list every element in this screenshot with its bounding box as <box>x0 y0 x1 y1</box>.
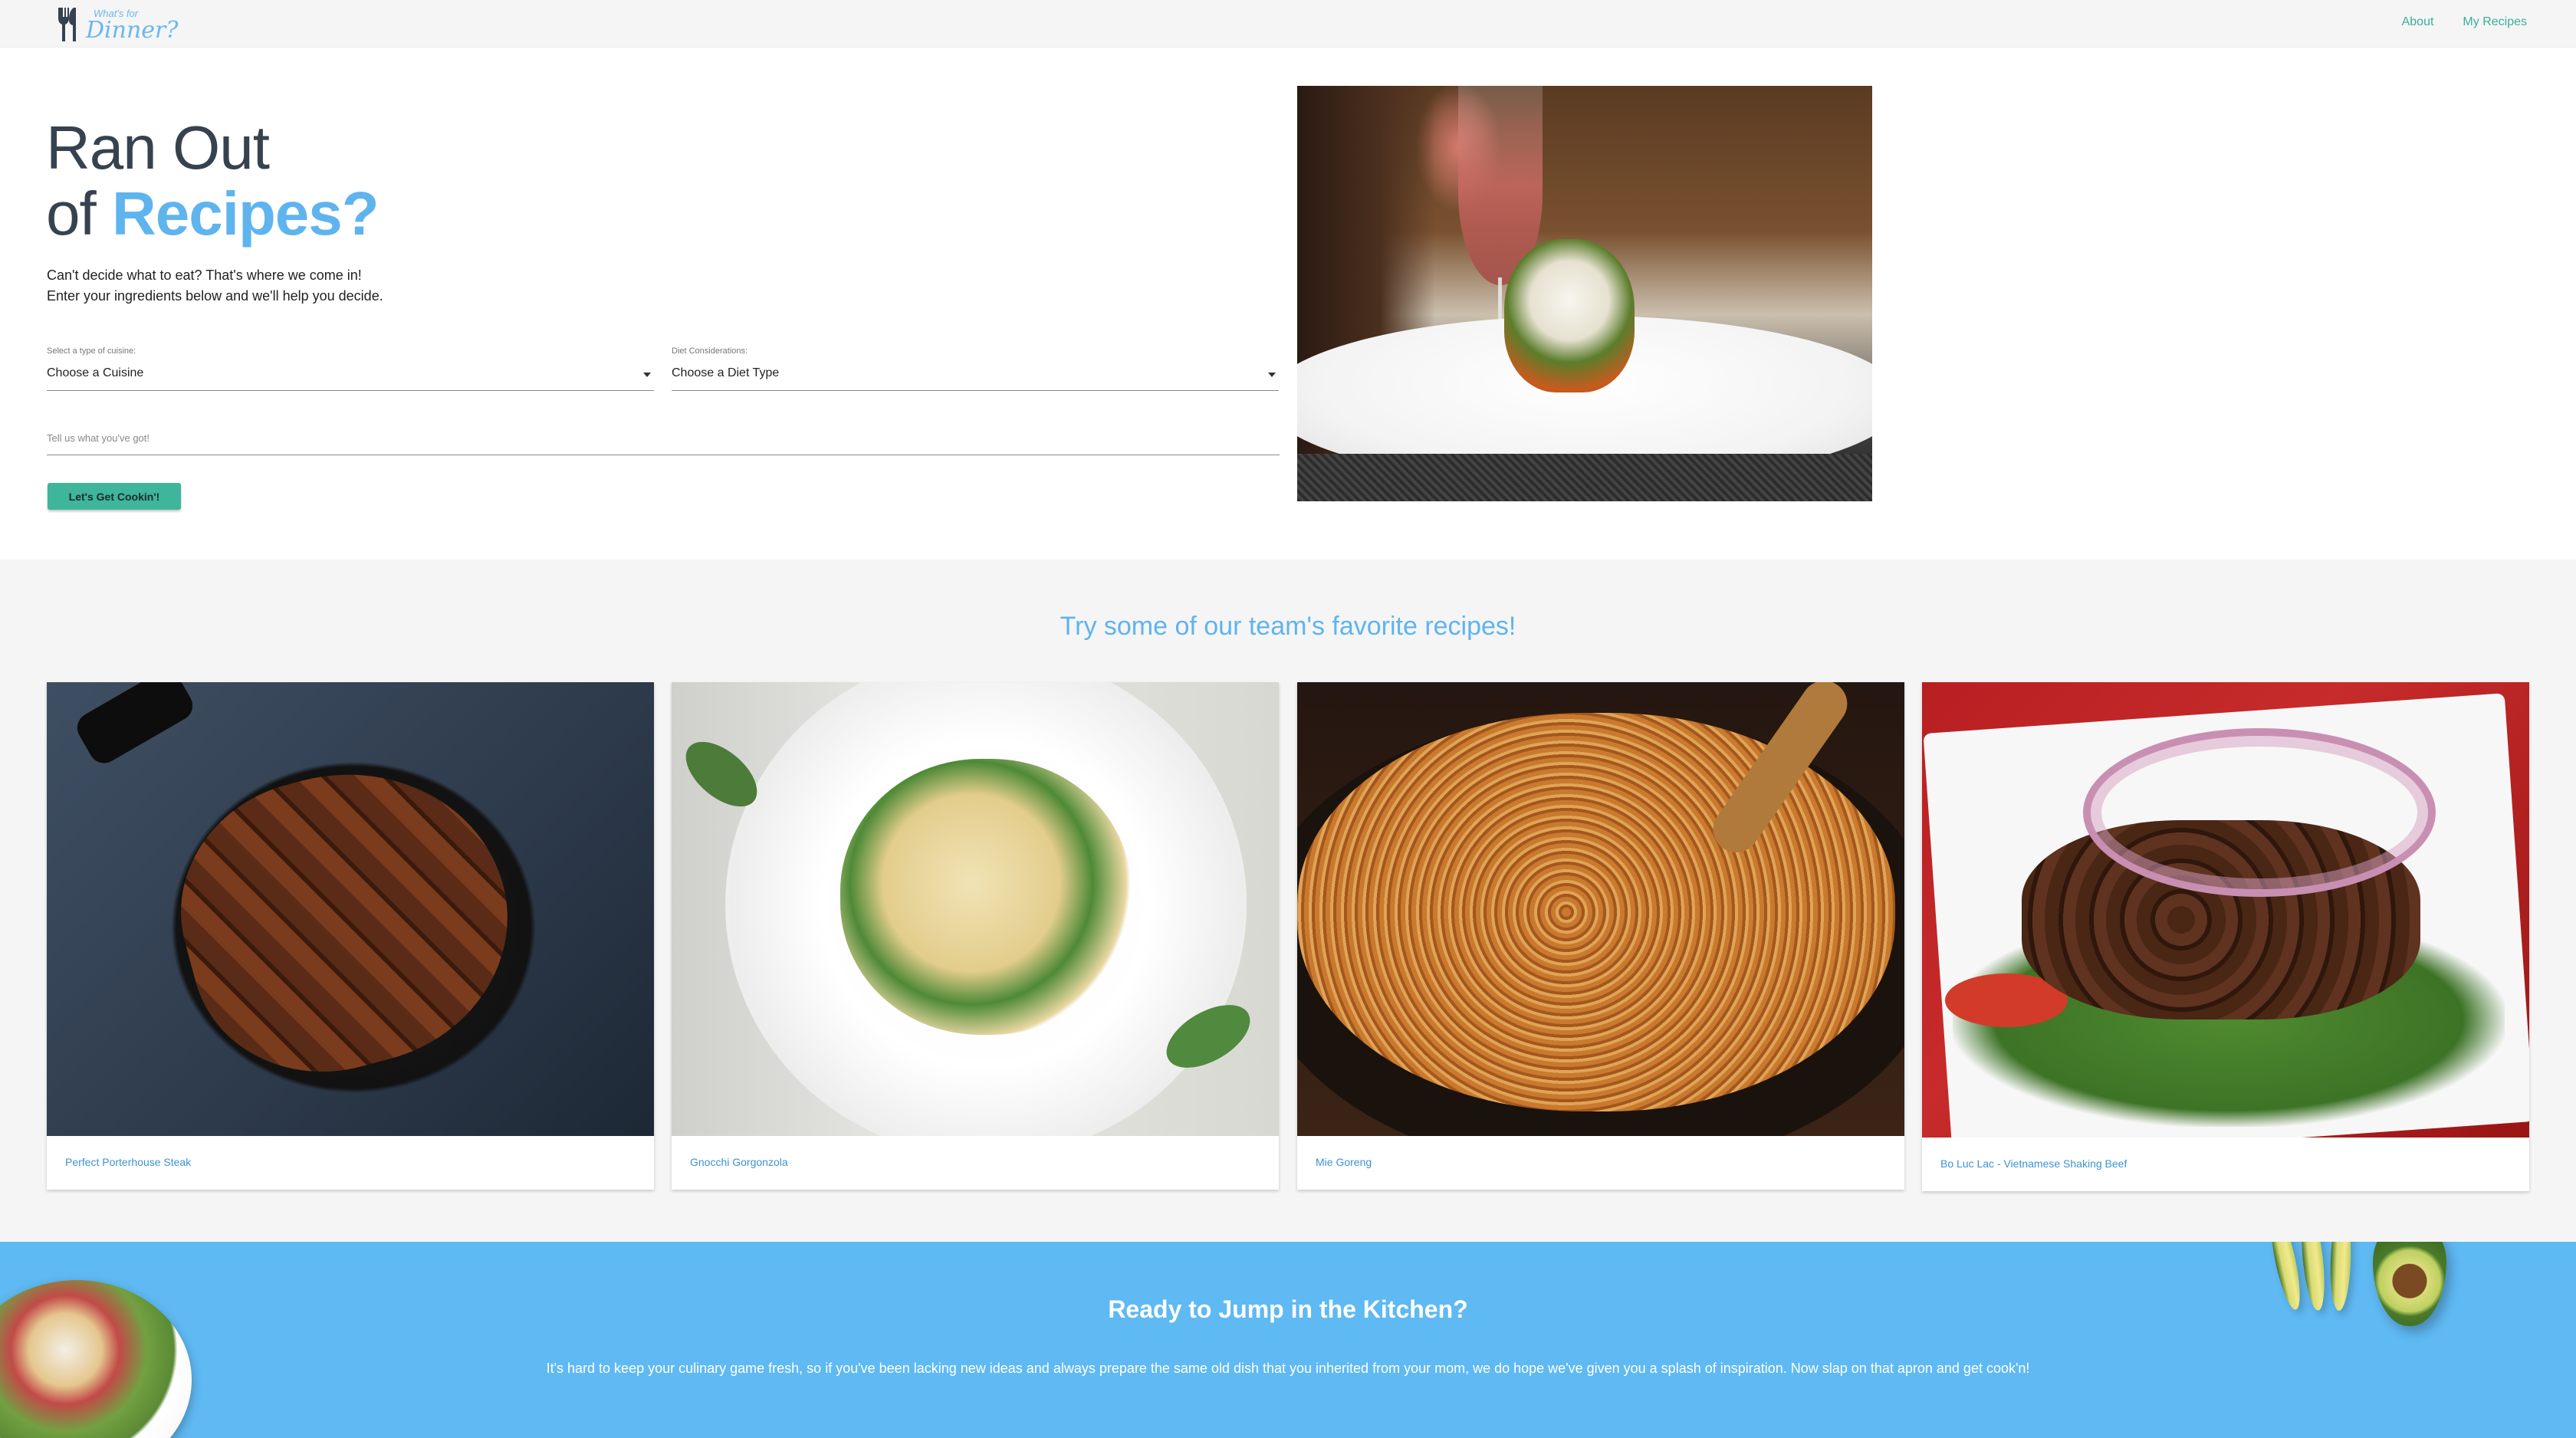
recipe-card[interactable]: Perfect Porterhouse Steak <box>47 682 654 1190</box>
cuisine-select[interactable]: Choose a Cuisine <box>47 357 654 391</box>
cuisine-label: Select a type of cuisine: <box>47 346 136 356</box>
ingredients-placeholder: Tell us what you've got! <box>47 432 150 444</box>
navbar: What's for Dinner? About My Recipes <box>0 0 2576 48</box>
recipe-card-title[interactable]: Perfect Porterhouse Steak <box>65 1156 191 1168</box>
recipe-card[interactable]: Bo Luc Lac - Vietnamese Shaking Beef <box>1922 682 2529 1191</box>
hero-dish-image <box>1297 86 1872 501</box>
recipe-card[interactable]: Gnocchi Gorgonzola <box>672 682 1279 1190</box>
hero-title-line1: Ran Out <box>46 113 270 182</box>
hero-title-accent: Recipes? <box>111 179 380 248</box>
utensils-icon <box>58 8 76 41</box>
logo[interactable]: What's for Dinner? <box>52 6 182 43</box>
logo-main-text: Dinner? <box>86 16 179 44</box>
diet-label: Diet Considerations: <box>672 346 748 356</box>
nav-links: About My Recipes <box>2402 15 2527 29</box>
favorites-title: Try some of our team's favorite recipes! <box>1060 612 1516 641</box>
hero-description-line1: Can't decide what to eat? That's where w… <box>47 268 362 283</box>
hero-title-line2-prefix: of <box>46 179 112 248</box>
recipe-image-gnocchi[interactable] <box>672 682 1279 1136</box>
nav-link-my-recipes[interactable]: My Recipes <box>2463 15 2527 29</box>
chevron-down-icon <box>1268 373 1276 377</box>
cuisine-select-value: Choose a Cuisine <box>47 366 144 379</box>
recipe-image-porterhouse[interactable] <box>47 682 654 1136</box>
chevron-down-icon <box>643 373 651 377</box>
recipe-card[interactable]: Mie Goreng <box>1297 682 1904 1190</box>
logo-text: What's for Dinner? <box>83 8 178 42</box>
recipe-image-mie-goreng[interactable] <box>1297 682 1904 1136</box>
hero-description: Can't decide what to eat? That's where w… <box>47 265 383 307</box>
cta-title: Ready to Jump in the Kitchen? <box>1108 1295 1468 1323</box>
recipe-card-title[interactable]: Mie Goreng <box>1316 1156 1372 1168</box>
recipe-card-title[interactable]: Gnocchi Gorgonzola <box>690 1156 788 1168</box>
hero-title: Ran Out of Recipes? <box>46 113 380 248</box>
cta-section: Ready to Jump in the Kitchen? It's hard … <box>0 1242 2576 1438</box>
diet-select-value: Choose a Diet Type <box>672 366 780 379</box>
hero-description-line2: Enter your ingredients below and we'll h… <box>47 288 383 304</box>
cta-text: It's hard to keep your culinary game fre… <box>546 1361 2030 1376</box>
nav-link-about[interactable]: About <box>2402 15 2434 29</box>
recipe-card-title[interactable]: Bo Luc Lac - Vietnamese Shaking Beef <box>1940 1157 2127 1170</box>
diet-select[interactable]: Choose a Diet Type <box>672 357 1279 391</box>
recipe-image-shaking-beef[interactable] <box>1922 682 2529 1138</box>
ingredients-input[interactable]: Tell us what you've got! <box>47 423 1280 455</box>
lets-get-cookin-button[interactable]: Let's Get Cookin'! <box>48 483 181 510</box>
